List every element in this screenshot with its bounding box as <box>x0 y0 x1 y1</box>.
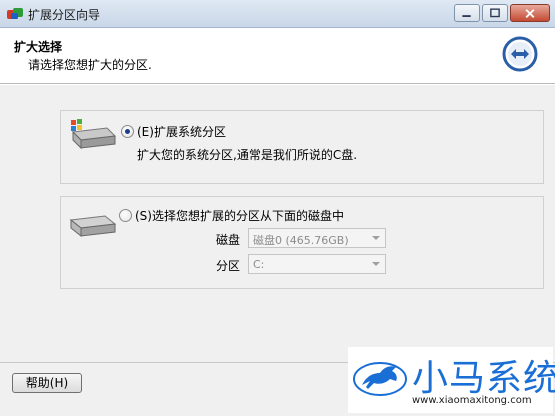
watermark-url: www.xiaomaxitong.com <box>412 395 532 406</box>
option-select-partition[interactable]: (S)选择您想扩展的分区从下面的磁盘中 磁盘 磁盘0 (465.76GB) 分区… <box>60 196 544 289</box>
close-icon <box>525 9 535 19</box>
window-title: 扩展分区向导 <box>28 8 101 22</box>
disk-select[interactable]: 磁盘0 (465.76GB) <box>248 228 386 248</box>
select-partition-radio[interactable] <box>119 209 132 222</box>
close-button[interactable] <box>510 4 550 22</box>
option-system-partition[interactable]: (E)扩展系统分区 扩大您的系统分区,通常是我们所说的C盘. <box>60 110 544 184</box>
partition-select-value: C: <box>253 258 265 271</box>
drive-icon <box>69 215 117 238</box>
maximize-button[interactable] <box>482 4 508 22</box>
watermark-name: 小马系统 <box>412 358 555 399</box>
system-partition-description: 扩大您的系统分区,通常是我们所说的C盘. <box>137 148 358 162</box>
chevron-down-icon <box>372 262 380 266</box>
system-drive-icon <box>71 119 117 150</box>
partition-label: 分区 <box>216 259 241 273</box>
maximize-icon <box>490 8 500 18</box>
expand-arrows-icon <box>502 36 538 72</box>
help-button[interactable]: 帮助(H) <box>12 373 82 393</box>
disk-label: 磁盘 <box>216 233 241 247</box>
minimize-button[interactable] <box>454 4 480 22</box>
partition-select[interactable]: C: <box>248 254 386 274</box>
disk-select-value: 磁盘0 (465.76GB) <box>253 234 349 247</box>
app-icon <box>7 8 23 19</box>
system-partition-radio[interactable] <box>121 125 134 138</box>
chevron-down-icon <box>372 236 380 240</box>
minimize-icon <box>462 15 471 17</box>
horse-logo-icon <box>353 362 407 396</box>
watermark: 小马系统 www.xiaomaxitong.com <box>348 347 555 413</box>
page-subtitle: 请选择您想扩大的分区. <box>28 58 152 72</box>
select-partition-label: (S)选择您想扩展的分区从下面的磁盘中 <box>135 209 344 223</box>
system-partition-label: (E)扩展系统分区 <box>137 125 226 139</box>
wizard-body: (E)扩展系统分区 扩大您的系统分区,通常是我们所说的C盘. (S)选择您想扩展… <box>0 85 555 362</box>
title-bar: 扩展分区向导 <box>0 0 555 28</box>
wizard-header: 扩大选择 请选择您想扩大的分区. <box>0 28 555 84</box>
page-title: 扩大选择 <box>14 40 63 54</box>
